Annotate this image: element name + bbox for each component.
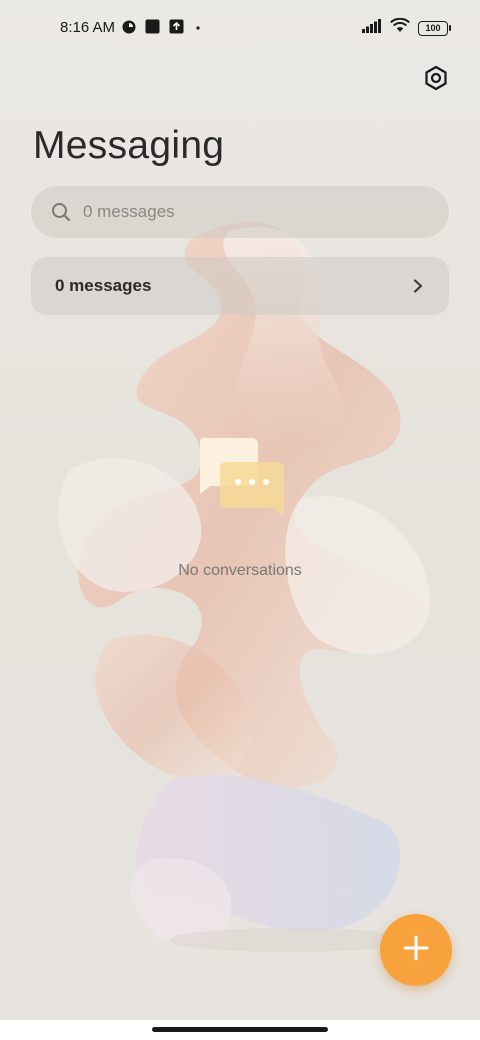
settings-icon: [423, 65, 449, 96]
app-status-icon: [122, 20, 136, 39]
square-notification-icon: [145, 19, 160, 39]
plus-icon: [402, 934, 430, 967]
search-icon: [51, 202, 71, 222]
signal-icon: [362, 18, 382, 38]
status-bar: 8:16 AM 100: [0, 0, 480, 56]
search-placeholder: 0 messages: [83, 202, 175, 221]
new-conversation-button[interactable]: [380, 914, 452, 986]
empty-conversations-icon: [196, 436, 288, 518]
dot-icon: [193, 20, 203, 38]
wifi-icon: [390, 17, 410, 38]
empty-state-text: No conversations: [178, 562, 302, 579]
home-indicator[interactable]: [152, 1027, 328, 1032]
notification-icons: [122, 19, 203, 39]
settings-button[interactable]: [420, 64, 452, 96]
status-time: 8:16 AM: [60, 19, 116, 36]
search-bar[interactable]: 0 messages: [31, 186, 449, 238]
upload-notification-icon: [169, 19, 184, 39]
chevron-right-icon: [411, 279, 425, 293]
messages-row[interactable]: 0 messages: [31, 257, 449, 315]
page-title: Messaging: [33, 124, 225, 167]
messages-row-label: 0 messages: [55, 276, 152, 295]
battery-icon: 100: [418, 20, 451, 36]
system-icons: 100: [362, 17, 451, 38]
